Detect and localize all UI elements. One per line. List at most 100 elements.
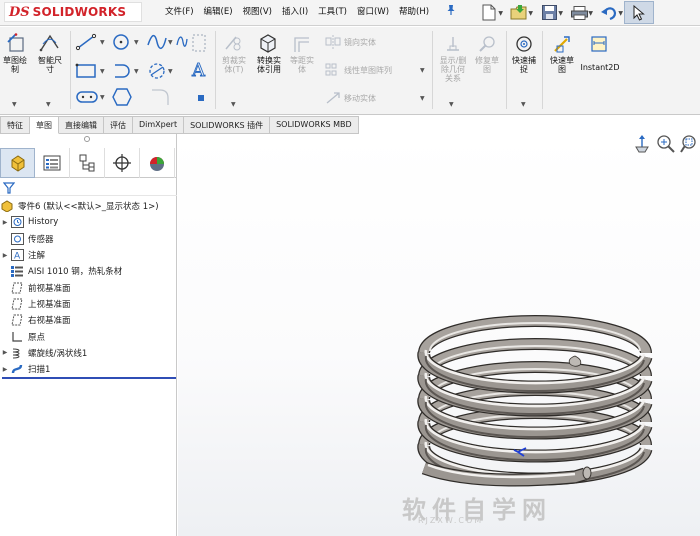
- graphics-area[interactable]: 软件自学网 RJZXW.COM: [178, 134, 700, 536]
- hexagon-icon[interactable]: [112, 88, 132, 109]
- sketch-icon[interactable]: [7, 33, 25, 56]
- menu-window[interactable]: 窗口(W): [352, 5, 394, 17]
- linear-pattern-label[interactable]: 线性草图阵列: [344, 65, 392, 76]
- sketch-dropdown-arrow[interactable]: ▼: [12, 101, 17, 108]
- offset-entities-label[interactable]: 等距实 体: [286, 56, 318, 74]
- tree-item-annotations[interactable]: ▶ A 注解: [0, 247, 177, 263]
- mirror-entities-label[interactable]: 镜向实体: [344, 37, 376, 48]
- expand-arrow-icon[interactable]: ▶: [0, 349, 10, 356]
- display-delete-relations-label[interactable]: 显示/删 除几何 关系: [436, 56, 470, 83]
- expand-arrow-icon[interactable]: ▶: [0, 219, 10, 226]
- featuremanager-tab[interactable]: [0, 148, 35, 178]
- rollback-bar[interactable]: [2, 377, 176, 379]
- smart-dimension-icon[interactable]: [38, 33, 60, 56]
- menu-insert[interactable]: 插入(I): [277, 5, 313, 17]
- displaymanager-tab[interactable]: [140, 148, 175, 178]
- spline-icon[interactable]: [146, 33, 168, 54]
- text-icon[interactable]: A: [190, 59, 210, 82]
- menu-view[interactable]: 视图(V): [238, 5, 277, 17]
- instant2d-label[interactable]: Instant2D: [578, 63, 622, 72]
- tree-item-top-plane[interactable]: 上视基准面: [0, 296, 177, 312]
- line-icon[interactable]: [75, 33, 97, 54]
- polygon-dropdown-arrow[interactable]: ▼: [168, 68, 173, 75]
- menu-file[interactable]: 文件(F): [160, 5, 199, 17]
- circle-icon[interactable]: [111, 33, 131, 54]
- smart-dimension-dropdown-arrow[interactable]: ▼: [46, 101, 51, 108]
- circle-dropdown-arrow[interactable]: ▼: [134, 39, 139, 46]
- point-icon[interactable]: [197, 94, 205, 105]
- rectangle-icon[interactable]: [75, 63, 97, 82]
- repair-sketch-label[interactable]: 修复草 图: [472, 56, 502, 74]
- slot-arc-icon[interactable]: [111, 62, 131, 83]
- dimxpertmanager-tab[interactable]: [105, 148, 140, 178]
- arc-dropdown-arrow[interactable]: ▼: [134, 68, 139, 75]
- filter-icon[interactable]: [3, 182, 15, 194]
- tree-item-material[interactable]: AISI 1010 钢，热轧条材: [0, 263, 177, 279]
- sketch-button-label[interactable]: 草图绘 制: [0, 56, 30, 74]
- save-button[interactable]: ▼: [534, 1, 564, 24]
- relations-icon[interactable]: [444, 35, 462, 56]
- menu-edit[interactable]: 编辑(E): [199, 5, 238, 17]
- fillet-grid-icon[interactable]: [191, 33, 207, 56]
- menu-help[interactable]: 帮助(H): [394, 5, 434, 17]
- configurationmanager-tab[interactable]: [70, 148, 105, 178]
- solidworks-logo[interactable]: DS SOLIDWORKS: [4, 2, 142, 22]
- repair-sketch-icon[interactable]: [478, 35, 496, 56]
- tree-item-origin[interactable]: 原点: [0, 328, 177, 344]
- convert-entities-label[interactable]: 转换实 体引用: [252, 56, 286, 74]
- quick-snaps-label[interactable]: 快速捕 捉: [508, 56, 540, 74]
- tree-item-front-plane[interactable]: 前视基准面: [0, 279, 177, 295]
- tab-dimxpert[interactable]: DimXpert: [133, 116, 185, 134]
- mirror-entities-icon[interactable]: [325, 35, 341, 52]
- trim-dropdown-arrow[interactable]: ▼: [231, 101, 236, 108]
- trim-entities-icon[interactable]: [224, 33, 244, 56]
- pattern-dropdown-arrow[interactable]: ▼: [420, 67, 425, 74]
- slot-dropdown-arrow[interactable]: ▼: [100, 94, 105, 101]
- expand-arrow-icon[interactable]: ▶: [0, 366, 10, 373]
- tree-item-history[interactable]: ▶ History: [0, 214, 177, 230]
- propertymanager-tab[interactable]: [35, 148, 70, 178]
- sketch-fillet-icon[interactable]: [150, 88, 170, 109]
- instant2d-icon[interactable]: [590, 35, 608, 56]
- smart-dimension-label[interactable]: 智能尺 寸: [33, 56, 67, 74]
- polygon-circle-icon[interactable]: [146, 62, 168, 83]
- spring-model[interactable]: [178, 134, 700, 536]
- tab-solidworks-mbd[interactable]: SOLIDWORKS MBD: [270, 116, 359, 134]
- select-button[interactable]: [624, 1, 654, 24]
- tab-evaluate[interactable]: 评估: [104, 116, 133, 134]
- quick-snaps-dropdown-arrow[interactable]: ▼: [521, 101, 526, 108]
- tab-solidworks-addins[interactable]: SOLIDWORKS 插件: [184, 116, 271, 134]
- expand-arrow-icon[interactable]: ▶: [0, 252, 10, 259]
- tab-features[interactable]: 特征: [0, 116, 30, 134]
- panel-grip-handle[interactable]: [84, 136, 90, 142]
- rapid-sketch-label[interactable]: 快速草 图: [546, 56, 578, 74]
- tree-item-sensors[interactable]: 传感器: [0, 231, 177, 247]
- line-dropdown-arrow[interactable]: ▼: [100, 39, 105, 46]
- quick-snaps-icon[interactable]: [515, 35, 533, 56]
- move-dropdown-arrow[interactable]: ▼: [420, 95, 425, 102]
- print-button[interactable]: ▼: [564, 1, 594, 24]
- rapid-sketch-icon[interactable]: [553, 35, 571, 56]
- linear-pattern-icon[interactable]: [325, 63, 341, 80]
- tab-direct-editing[interactable]: 直接编辑: [59, 116, 104, 134]
- tree-root-part[interactable]: 零件6 (默认<<默认>_显示状态 1>): [0, 198, 177, 214]
- menu-tools[interactable]: 工具(T): [313, 5, 352, 17]
- pin-icon[interactable]: [446, 4, 456, 19]
- offset-entities-icon[interactable]: [292, 35, 310, 56]
- move-entities-icon[interactable]: [325, 91, 341, 108]
- new-document-button[interactable]: ▼: [474, 1, 504, 24]
- open-button[interactable]: ▼: [504, 1, 534, 24]
- relations-dropdown-arrow[interactable]: ▼: [449, 101, 454, 108]
- tree-item-helix[interactable]: ▶ 螺旋线/涡状线1: [0, 345, 177, 361]
- rectangle-dropdown-arrow[interactable]: ▼: [100, 68, 105, 75]
- tree-item-sweep[interactable]: ▶ 扫描1: [0, 361, 177, 377]
- trim-entities-label[interactable]: 剪裁实 体(T): [218, 56, 250, 74]
- move-entities-label[interactable]: 移动实体: [344, 93, 376, 104]
- straight-slot-icon[interactable]: [75, 90, 99, 107]
- spline-dropdown-arrow[interactable]: ▼: [168, 39, 173, 46]
- convert-entities-icon[interactable]: [258, 33, 278, 56]
- undo-button[interactable]: ▼: [594, 1, 624, 24]
- wave-icon[interactable]: [176, 33, 188, 54]
- tab-sketch[interactable]: 草图: [30, 116, 59, 134]
- tree-item-right-plane[interactable]: 右视基准面: [0, 312, 177, 328]
